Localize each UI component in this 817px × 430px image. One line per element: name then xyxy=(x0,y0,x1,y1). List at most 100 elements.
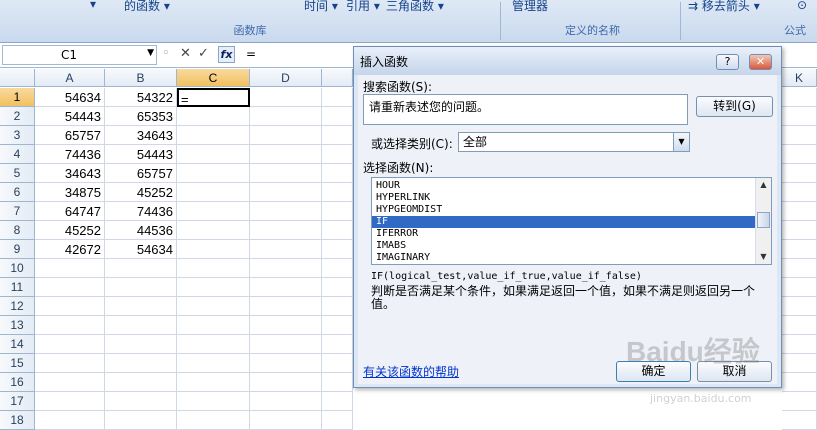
ribbon-item-functions[interactable]: 的函数 ▾ xyxy=(124,0,170,14)
row-header[interactable]: 15 xyxy=(0,354,35,373)
column-header-a[interactable]: A xyxy=(35,69,105,87)
cell[interactable] xyxy=(322,354,353,373)
cell[interactable]: 54322 xyxy=(105,88,177,107)
cell[interactable] xyxy=(250,316,322,335)
cell[interactable] xyxy=(35,297,105,316)
cell[interactable] xyxy=(35,335,105,354)
enter-icon[interactable]: ✓ xyxy=(198,46,209,61)
cell[interactable] xyxy=(782,392,817,411)
row-header[interactable]: 9 xyxy=(0,240,35,259)
row-header[interactable]: 8 xyxy=(0,221,35,240)
cell[interactable] xyxy=(782,126,817,145)
cell[interactable] xyxy=(782,259,817,278)
name-box[interactable]: C1 ▼ xyxy=(2,45,157,65)
cell[interactable] xyxy=(782,354,817,373)
cell[interactable] xyxy=(782,335,817,354)
help-link[interactable]: 有关该函数的帮助 xyxy=(363,363,459,380)
cell[interactable] xyxy=(322,126,353,145)
row-header[interactable]: 4 xyxy=(0,145,35,164)
cell[interactable] xyxy=(782,240,817,259)
cell[interactable]: 34643 xyxy=(35,164,105,183)
cell[interactable]: 45252 xyxy=(35,221,105,240)
cell[interactable] xyxy=(177,202,250,221)
row-header[interactable]: 18 xyxy=(0,411,35,430)
cell[interactable] xyxy=(782,316,817,335)
cell[interactable]: 74436 xyxy=(35,145,105,164)
cell[interactable]: 45252 xyxy=(105,183,177,202)
cell[interactable] xyxy=(322,107,353,126)
row-header[interactable]: 5 xyxy=(0,164,35,183)
goto-button[interactable]: 转到(G) xyxy=(696,96,773,117)
cell[interactable] xyxy=(250,392,322,411)
cell[interactable] xyxy=(322,88,353,107)
cell[interactable] xyxy=(782,107,817,126)
ribbon-item-math[interactable]: 三角函数 ▾ xyxy=(386,0,444,14)
cell[interactable] xyxy=(250,202,322,221)
cell[interactable] xyxy=(177,259,250,278)
dialog-titlebar[interactable]: 插入函数 ? ✕ xyxy=(354,47,781,75)
cell[interactable] xyxy=(322,259,353,278)
cell[interactable] xyxy=(250,373,322,392)
cell[interactable] xyxy=(177,354,250,373)
cell[interactable] xyxy=(105,411,177,430)
column-header-d[interactable]: D xyxy=(250,69,322,87)
cell[interactable] xyxy=(250,145,322,164)
cell[interactable] xyxy=(250,126,322,145)
cell[interactable] xyxy=(177,126,250,145)
scroll-up-icon[interactable]: ▲ xyxy=(756,178,771,192)
watch-icon[interactable]: ⊙ xyxy=(797,0,807,12)
cell[interactable] xyxy=(177,335,250,354)
category-select[interactable]: 全部 ▼ xyxy=(458,132,690,152)
cell[interactable] xyxy=(35,373,105,392)
cell[interactable] xyxy=(782,278,817,297)
ribbon-item-datetime[interactable]: 时间 ▾ xyxy=(304,0,338,14)
cell[interactable] xyxy=(35,259,105,278)
chevron-down-icon[interactable]: ▼ xyxy=(673,133,689,151)
cell[interactable] xyxy=(322,145,353,164)
function-list-item[interactable]: IMAGINARY xyxy=(372,252,755,264)
cell[interactable]: 54634 xyxy=(35,88,105,107)
row-header[interactable]: 11 xyxy=(0,278,35,297)
row-header[interactable]: 1 xyxy=(0,88,35,107)
row-header[interactable]: 16 xyxy=(0,373,35,392)
cell[interactable] xyxy=(782,88,817,107)
row-header[interactable]: 14 xyxy=(0,335,35,354)
cell[interactable] xyxy=(322,240,353,259)
cell[interactable] xyxy=(105,373,177,392)
column-header-c[interactable]: C xyxy=(177,69,250,87)
cell[interactable] xyxy=(782,411,817,430)
cell[interactable] xyxy=(35,354,105,373)
cell[interactable]: 44536 xyxy=(105,221,177,240)
help-button[interactable]: ? xyxy=(716,54,739,70)
cell[interactable] xyxy=(177,411,250,430)
cell[interactable] xyxy=(105,259,177,278)
cell[interactable] xyxy=(250,107,322,126)
scrollbar[interactable]: ▲ ▼ xyxy=(755,178,771,264)
cell[interactable]: 65757 xyxy=(105,164,177,183)
ribbon-item-lookup[interactable]: 引用 ▾ xyxy=(346,0,380,14)
cell[interactable] xyxy=(250,297,322,316)
chevron-down-icon[interactable]: ▼ xyxy=(147,48,154,58)
cell[interactable]: 42672 xyxy=(35,240,105,259)
column-header-k[interactable]: K xyxy=(782,69,817,87)
cell[interactable] xyxy=(250,259,322,278)
cell[interactable] xyxy=(35,411,105,430)
row-header[interactable]: 17 xyxy=(0,392,35,411)
row-header[interactable]: 2 xyxy=(0,107,35,126)
cell[interactable] xyxy=(177,221,250,240)
cell[interactable] xyxy=(177,183,250,202)
cell[interactable] xyxy=(250,221,322,240)
cell[interactable] xyxy=(177,164,250,183)
dropdown-arrow-icon[interactable]: ▾ xyxy=(90,0,96,11)
cell[interactable] xyxy=(177,392,250,411)
cell[interactable] xyxy=(782,373,817,392)
cell[interactable] xyxy=(105,335,177,354)
cell[interactable] xyxy=(322,373,353,392)
cell[interactable] xyxy=(250,278,322,297)
cell[interactable] xyxy=(782,164,817,183)
column-header-e[interactable] xyxy=(322,69,353,87)
cell[interactable] xyxy=(177,316,250,335)
cell[interactable]: 54443 xyxy=(35,107,105,126)
cell[interactable] xyxy=(35,316,105,335)
scroll-down-icon[interactable]: ▼ xyxy=(756,250,771,264)
